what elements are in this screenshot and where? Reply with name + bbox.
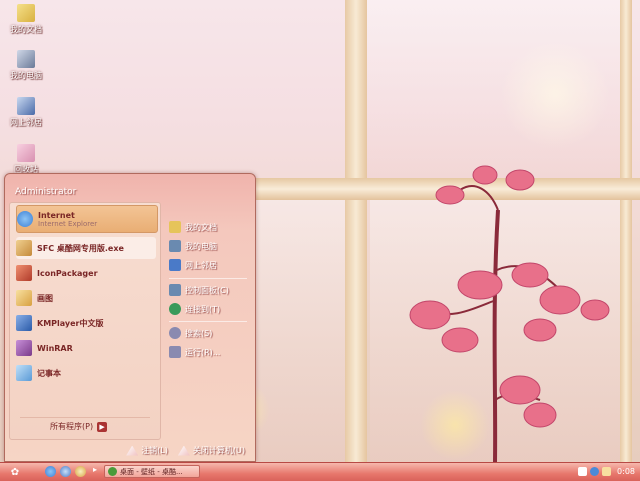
ie-icon <box>17 211 33 227</box>
program-paint[interactable]: 画图 <box>16 287 156 309</box>
messenger-icon[interactable] <box>590 467 600 476</box>
desktop-icon-network[interactable]: 网上邻居 <box>4 97 48 128</box>
quicklaunch-ie-icon[interactable] <box>45 466 56 477</box>
desktop-icon-computer[interactable]: 我的电脑 <box>4 50 48 81</box>
program-iconpackager[interactable]: IconPackager <box>16 262 156 284</box>
computer-icon <box>17 50 35 68</box>
connect-icon <box>169 303 181 315</box>
desktop-icon-documents[interactable]: 我的文档 <box>4 4 48 35</box>
program-notepad[interactable]: 记事本 <box>16 362 156 384</box>
place-control-panel[interactable]: 控制面板(C) <box>169 281 251 299</box>
run-icon <box>169 346 181 358</box>
search-icon <box>169 327 181 339</box>
sfc-icon <box>16 240 32 256</box>
notepad-icon <box>16 365 32 381</box>
network-icon <box>17 97 35 115</box>
window-pane <box>255 200 345 462</box>
network-tray-icon[interactable] <box>602 467 612 476</box>
place-run[interactable]: 运行(R)... <box>169 343 251 361</box>
documents-icon <box>169 221 181 233</box>
desktop-icon-recycle-bin[interactable]: 回收站 <box>4 144 48 175</box>
separator <box>169 321 247 322</box>
logoff-button[interactable]: 注销(L) <box>126 445 168 456</box>
folder-documents-icon <box>17 4 35 22</box>
start-menu-footer: 注销(L) 关闭计算机(U) <box>5 440 255 461</box>
place-search[interactable]: 搜索(S) <box>169 324 251 342</box>
chevron-right-icon[interactable]: ▸ <box>93 465 97 474</box>
iconpackager-icon <box>16 265 32 281</box>
program-winrar[interactable]: WinRAR <box>16 337 156 359</box>
place-network[interactable]: 网上邻居 <box>169 256 251 274</box>
place-my-computer[interactable]: 我的电脑 <box>169 237 251 255</box>
start-menu-places: 我的文档 我的电脑 网上邻居 控制面板(C) 连接到(T) 搜索(S) 运行(R… <box>163 202 251 438</box>
winrar-icon <box>16 340 32 356</box>
place-connect-to[interactable]: 连接到(T) <box>169 300 251 318</box>
computer-icon <box>169 240 181 252</box>
start-menu-programs: Internet Internet Explorer SFC 桌酷网专用版.ex… <box>9 202 161 440</box>
window-frame <box>345 0 367 462</box>
recycle-bin-icon <box>17 144 35 162</box>
paint-icon <box>16 290 32 306</box>
start-menu: Administrator Internet Internet Explorer… <box>4 173 256 462</box>
place-my-documents[interactable]: 我的文档 <box>169 218 251 236</box>
clock: 0:08 <box>617 467 635 476</box>
shutdown-button[interactable]: 关闭计算机(U) <box>177 445 245 456</box>
user-name: Administrator <box>15 187 77 197</box>
orchid-flower <box>409 165 610 462</box>
flower-logo-icon: ✿ <box>10 466 20 478</box>
arrow-right-icon: ▶ <box>97 422 108 432</box>
quicklaunch-desktop-icon[interactable] <box>60 466 71 477</box>
window-frame <box>620 0 632 462</box>
program-sfc[interactable]: SFC 桌酷网专用版.exe <box>16 237 156 259</box>
shutdown-icon <box>177 445 190 456</box>
all-programs-button[interactable]: 所有程序(P) ▶ <box>50 421 108 432</box>
separator <box>20 417 150 418</box>
logoff-icon <box>126 445 139 456</box>
taskbar-button-active-window[interactable]: 桌面 - 壁纸 - 桌酷... <box>104 465 200 478</box>
volume-icon[interactable] <box>578 467 588 476</box>
window-icon <box>108 467 117 476</box>
system-tray: 0:08 <box>568 464 638 479</box>
quicklaunch-media-icon[interactable] <box>75 466 86 477</box>
network-icon <box>169 259 181 271</box>
start-button[interactable]: ✿ <box>2 464 28 480</box>
separator <box>169 278 247 279</box>
program-internet[interactable]: Internet Internet Explorer <box>16 205 158 233</box>
taskbar: ✿ ▸ 桌面 - 壁纸 - 桌酷... 0:08 <box>0 462 640 481</box>
kmplayer-icon <box>16 315 32 331</box>
control-panel-icon <box>169 284 181 296</box>
program-kmplayer[interactable]: KMPlayer中文版 <box>16 312 156 334</box>
